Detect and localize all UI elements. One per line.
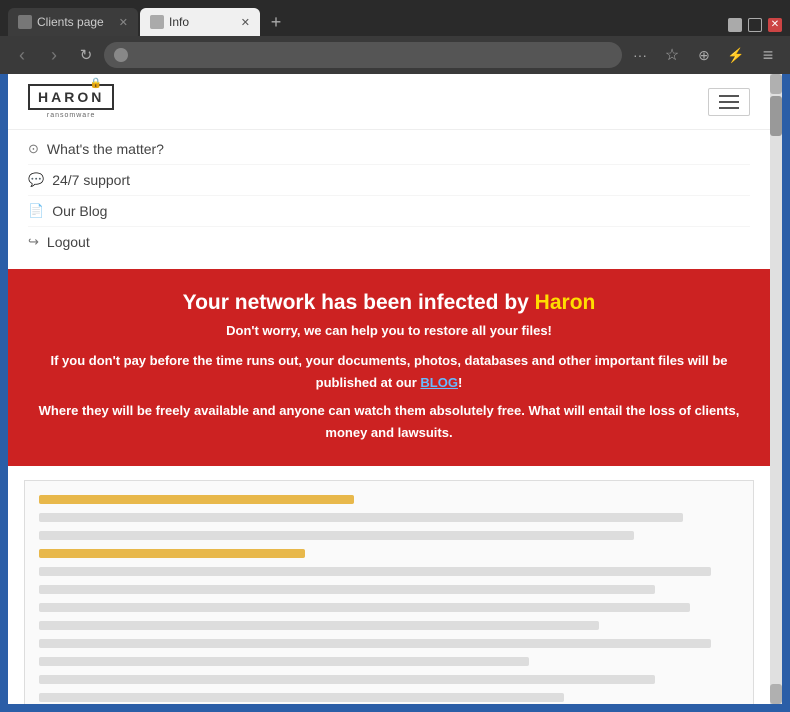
text-line-8 <box>39 621 599 630</box>
tab-clients[interactable]: Clients page ✕ <box>8 8 138 36</box>
new-tab-icon: + <box>271 12 282 33</box>
tab-bar: Clients page ✕ Info ✕ + ✕ <box>0 0 790 36</box>
tab-clients-label: Clients page <box>37 15 114 29</box>
tab-info-label: Info <box>169 15 236 29</box>
tab-info-favicon <box>150 15 164 29</box>
content-area <box>8 466 770 704</box>
alert-body-3: money and lawsuits. <box>38 422 740 444</box>
shield-button[interactable]: ⊕ <box>690 41 718 69</box>
tab-clients-close[interactable]: ✕ <box>119 16 128 29</box>
alert-subtitle: Don't worry, we can help you to restore … <box>38 323 740 338</box>
maximize-button[interactable] <box>748 18 762 32</box>
browser-window: Clients page ✕ Info ✕ + ✕ ‹ › ↻ <box>0 0 790 712</box>
blog-icon: 📄 <box>28 203 44 219</box>
page-frame: HTC 🔒 HARON ransomware <box>8 74 782 704</box>
text-line-5 <box>39 567 711 576</box>
text-line-9 <box>39 639 711 648</box>
forward-button[interactable]: › <box>40 41 68 69</box>
scrollbar-thumb-bottom <box>770 684 782 704</box>
blog-label: Our Blog <box>52 203 107 219</box>
alert-body-1: If you don't pay before the time runs ou… <box>38 350 740 394</box>
scrollbar-thumb-main[interactable] <box>770 96 782 136</box>
logout-icon: ↪ <box>28 234 39 250</box>
back-button[interactable]: ‹ <box>8 41 36 69</box>
address-bar[interactable] <box>104 42 622 68</box>
text-line-4 <box>39 549 305 558</box>
text-line-7 <box>39 603 690 612</box>
scrollbar-track[interactable] <box>770 74 782 704</box>
nav-menu: ⊙ What's the matter? 💬 24/7 support 📄 Ou… <box>8 130 770 269</box>
scrollbar-thumb-top <box>770 74 782 94</box>
nav-item-blog[interactable]: 📄 Our Blog <box>28 196 750 227</box>
nav-item-logout[interactable]: ↪ Logout <box>28 227 750 257</box>
more-options-button[interactable]: ··· <box>626 41 654 69</box>
whats-matter-label: What's the matter? <box>47 141 164 157</box>
text-block <box>24 480 754 704</box>
hamburger-line-1 <box>719 95 739 97</box>
text-line-1 <box>39 495 354 504</box>
hamburger-line-3 <box>719 107 739 109</box>
nav-item-whats-matter[interactable]: ⊙ What's the matter? <box>28 134 750 165</box>
page-content: 🔒 HARON ransomware ⊙ What <box>8 74 770 704</box>
nav-item-support[interactable]: 💬 24/7 support <box>28 165 750 196</box>
blog-link[interactable]: BLOG <box>420 375 458 390</box>
minimize-button[interactable] <box>728 18 742 32</box>
logo-icon: 🔒 <box>90 78 102 89</box>
support-label: 24/7 support <box>52 172 130 188</box>
alert-title: Your network has been infected by Haron <box>38 291 740 315</box>
tab-info[interactable]: Info ✕ <box>140 8 260 36</box>
refresh-button[interactable]: ↻ <box>72 41 100 69</box>
nav-bar: ‹ › ↻ ··· ☆ ⊕ ⚡ ≡ <box>0 36 790 74</box>
text-line-2 <box>39 513 683 522</box>
logout-label: Logout <box>47 234 90 250</box>
hamburger-button[interactable] <box>708 88 750 116</box>
site-header: 🔒 HARON ransomware <box>8 74 770 130</box>
text-line-11 <box>39 675 655 684</box>
alert-body-suffix: ! <box>458 375 462 390</box>
whats-matter-icon: ⊙ <box>28 141 39 157</box>
close-button[interactable]: ✕ <box>768 18 782 32</box>
alert-body-2: Where they will be freely available and … <box>38 400 740 422</box>
text-line-12 <box>39 693 564 702</box>
tab-info-close[interactable]: ✕ <box>241 16 250 29</box>
hamburger-line-2 <box>719 101 739 103</box>
browser-menu-button[interactable]: ≡ <box>754 41 782 69</box>
support-icon: 💬 <box>28 172 44 188</box>
bookmark-button[interactable]: ☆ <box>658 41 686 69</box>
alert-body-line1-end: published at our <box>316 375 421 390</box>
text-line-6 <box>39 585 655 594</box>
alert-body-line1: If you don't pay before the time runs ou… <box>51 353 728 368</box>
logo-text: HARON <box>38 89 104 105</box>
text-line-10 <box>39 657 529 666</box>
alert-body-line3: money and lawsuits. <box>325 425 452 440</box>
page-area: HTC 🔒 HARON ransomware <box>0 74 790 712</box>
alert-title-brand: Haron <box>535 291 596 314</box>
logo-subtitle: ransomware <box>47 112 96 119</box>
tab-clients-favicon <box>18 15 32 29</box>
alert-body-line2: Where they will be freely available and … <box>39 403 740 418</box>
address-bar-lock-icon <box>114 48 128 62</box>
extensions-button[interactable]: ⚡ <box>722 41 750 69</box>
new-tab-button[interactable]: + <box>262 8 290 36</box>
logo: 🔒 HARON ransomware <box>28 84 114 119</box>
alert-title-prefix: Your network has been infected by <box>183 291 535 314</box>
alert-banner: Your network has been infected by Haron … <box>8 269 770 466</box>
logo-box: 🔒 HARON <box>28 84 114 110</box>
text-line-3 <box>39 531 634 540</box>
